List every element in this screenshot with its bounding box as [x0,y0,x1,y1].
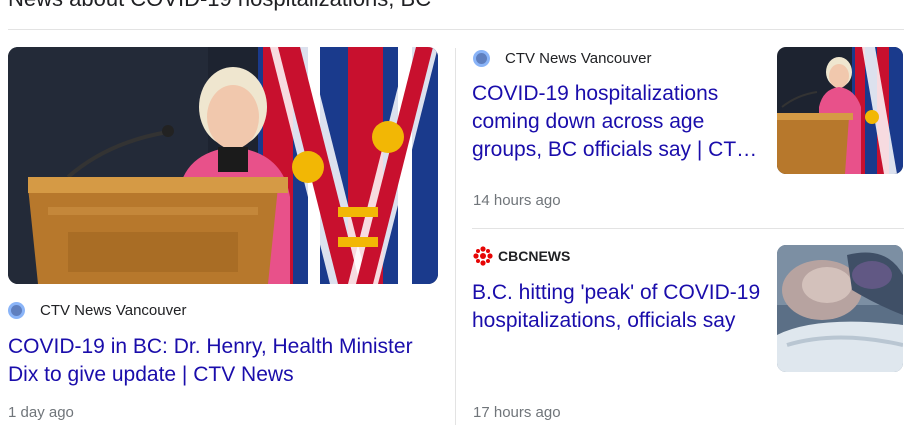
source-name: CTV News Vancouver [40,302,187,319]
article-2-time: 14 hours ago [473,192,561,209]
article-3-source: CBCNEWS [473,246,570,266]
divider [472,228,904,229]
globe-icon [473,50,490,67]
divider [455,48,456,425]
article-1-thumbnail[interactable] [8,47,438,284]
cbc-logo: CBCNEWS [473,246,570,266]
article-2-headline[interactable]: COVID-19 hospitalizations coming down ac… [472,80,764,164]
globe-icon [8,302,25,319]
article-1-time: 1 day ago [8,404,74,421]
article-1-headline[interactable]: COVID-19 in BC: Dr. Henry, Health Minist… [8,333,448,389]
cbc-gem-icon [473,246,493,266]
source-name: CBCNEWS [498,248,571,264]
article-3-time: 17 hours ago [473,404,561,421]
article-3-headline[interactable]: B.C. hitting 'peak' of COVID-19 hospital… [472,279,764,335]
article-1-source: CTV News Vancouver [8,302,186,319]
divider [8,29,904,30]
article-2-thumbnail[interactable] [777,47,903,174]
article-3-thumbnail[interactable] [777,245,903,372]
source-name: CTV News Vancouver [505,50,652,67]
article-2-source: CTV News Vancouver [473,50,651,67]
section-title: News about COVID-19 hospitalizations, BC [8,0,431,12]
